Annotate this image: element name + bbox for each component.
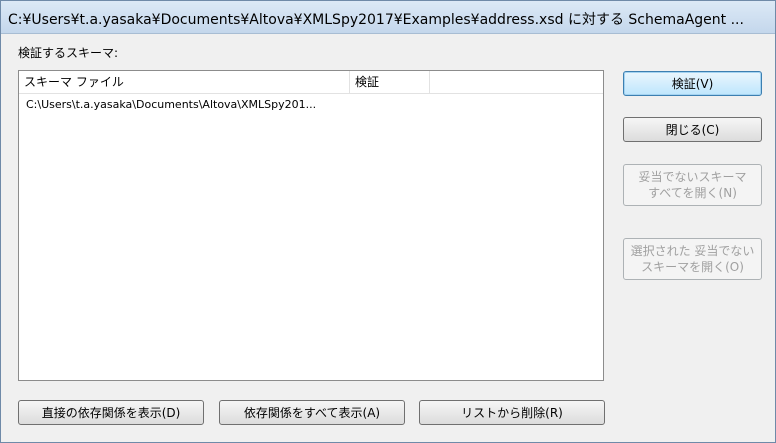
open-selected-invalid-label-1: 選択された 妥当でない	[630, 244, 755, 258]
verify-button[interactable]: 検証(V)	[623, 71, 762, 96]
schema-file-path: C:\Users\t.a.yasaka\Documents\Altova\XML…	[26, 98, 317, 111]
dialog-window: C:¥Users¥t.a.yasaka¥Documents¥Altova¥XML…	[0, 0, 776, 443]
show-all-dependencies-button[interactable]: 依存関係をすべて表示(A)	[219, 400, 405, 425]
window-title: C:¥Users¥t.a.yasaka¥Documents¥Altova¥XML…	[8, 12, 744, 28]
open-selected-invalid-label-2: スキーマを開く(O)	[641, 260, 744, 274]
open-all-invalid-label-1: 妥当でないスキーマ	[638, 170, 747, 184]
title-bar[interactable]: C:¥Users¥t.a.yasaka¥Documents¥Altova¥XML…	[1, 1, 775, 34]
open-all-invalid-button[interactable]: 妥当でないスキーマ すべてを開く(N)	[623, 164, 762, 206]
schemas-to-verify-label: 検証するスキーマ:	[18, 46, 119, 60]
list-header: スキーマ ファイル 検証	[19, 71, 603, 94]
column-header-verify[interactable]: 検証	[350, 71, 430, 93]
schema-list[interactable]: スキーマ ファイル 検証 C:\Users\t.a.yasaka\Documen…	[18, 70, 604, 381]
list-item[interactable]: C:\Users\t.a.yasaka\Documents\Altova\XML…	[19, 95, 603, 115]
remove-from-list-button[interactable]: リストから削除(R)	[419, 400, 605, 425]
column-header-schema-file[interactable]: スキーマ ファイル	[19, 71, 350, 93]
show-direct-dependencies-button[interactable]: 直接の依存関係を表示(D)	[18, 400, 204, 425]
open-all-invalid-label-2: すべてを開く(N)	[648, 186, 737, 200]
open-selected-invalid-button[interactable]: 選択された 妥当でない スキーマを開く(O)	[623, 238, 762, 280]
close-button[interactable]: 閉じる(C)	[623, 117, 762, 142]
